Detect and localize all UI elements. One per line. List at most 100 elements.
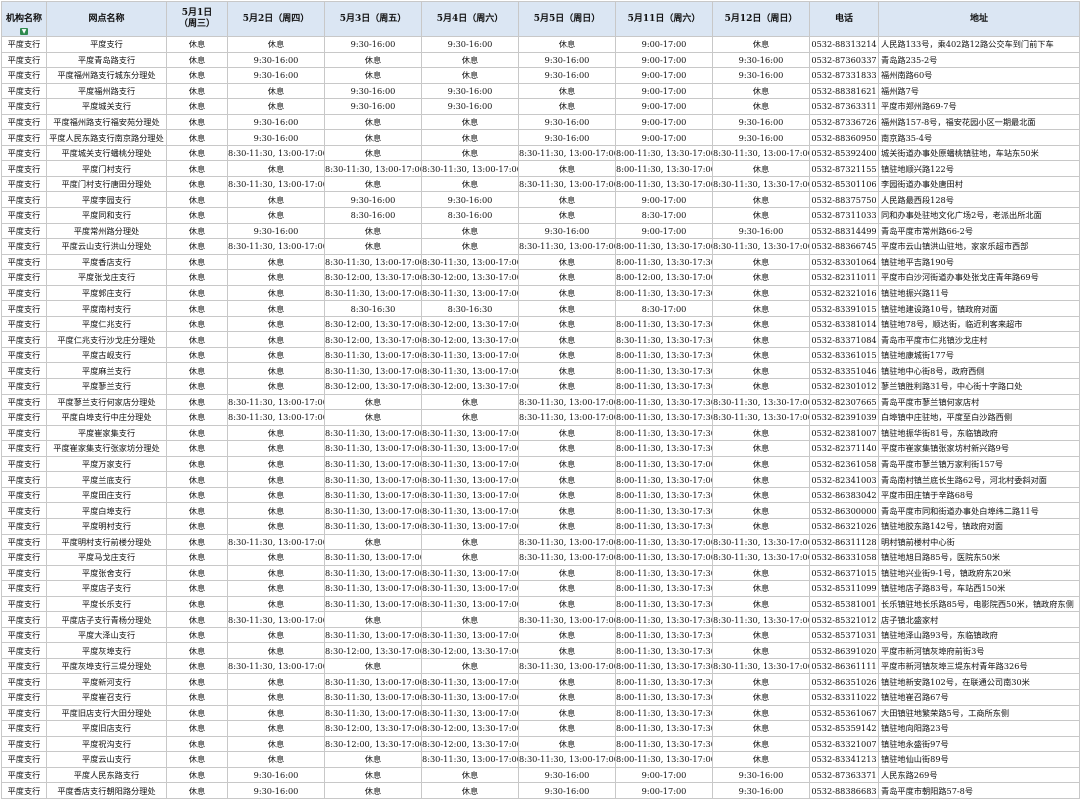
may5-cell[interactable]: 休息 bbox=[518, 564, 616, 582]
address-cell[interactable]: 青岛平度市朝阳路57-8号 bbox=[878, 782, 1080, 799]
address-cell[interactable]: 青岛路235-2号 bbox=[878, 51, 1080, 69]
may12-cell[interactable]: 9:30-16:00 bbox=[712, 766, 810, 784]
may1-cell[interactable]: 休息 bbox=[166, 704, 228, 722]
may1-cell[interactable]: 休息 bbox=[166, 222, 228, 240]
org-cell[interactable]: 平度支行 bbox=[1, 67, 47, 84]
may4-cell[interactable]: 8:30-11:30, 13:00-17:00 bbox=[421, 253, 519, 271]
table-row[interactable]: 平度支行 平度香店支行朝阳路分理处 休息 9:30-16:00 休息 休息 9:30-16:… bbox=[1, 782, 1080, 799]
org-cell[interactable]: 平度支行 bbox=[1, 300, 47, 317]
may12-cell[interactable]: 休息 bbox=[712, 580, 810, 597]
table-row[interactable]: 平度支行 平度门村支行 休息 休息 8:30-11:30, 13:00-17:00 8:3… bbox=[1, 160, 1080, 177]
network-cell[interactable]: 平度新河支行 bbox=[46, 673, 167, 690]
may3-cell[interactable]: 8:30-12:00, 13:30-17:00 bbox=[324, 378, 422, 395]
may3-cell[interactable]: 8:30-11:30, 13:00-17:00 bbox=[324, 673, 422, 690]
table-row[interactable]: 平度支行 平度香店支行 休息 休息 8:30-11:30, 13:00-17:00 8:3… bbox=[1, 253, 1080, 271]
network-cell[interactable]: 平度福州路支行 bbox=[46, 82, 167, 100]
may1-cell[interactable]: 休息 bbox=[166, 144, 228, 162]
org-cell[interactable]: 平度支行 bbox=[1, 424, 47, 442]
may4-cell[interactable]: 休息 bbox=[421, 67, 519, 84]
may3-cell[interactable]: 8:30-11:30, 13:00-17:00 bbox=[324, 502, 422, 519]
may12-cell[interactable]: 休息 bbox=[712, 751, 810, 768]
table-row[interactable]: 平度支行 平度福州路支行城东分理处 休息 9:30-16:00 休息 休息 9:30-16:… bbox=[1, 67, 1080, 84]
address-cell[interactable]: 南京路35-4号 bbox=[878, 129, 1080, 146]
org-cell[interactable]: 平度支行 bbox=[1, 673, 47, 690]
phone-cell[interactable]: 0532-87363371 bbox=[809, 766, 879, 784]
may1-cell[interactable]: 休息 bbox=[166, 688, 228, 706]
may3-cell[interactable]: 8:30-11:30, 13:00-17:00 bbox=[324, 362, 422, 380]
may1-cell[interactable]: 休息 bbox=[166, 564, 228, 582]
may5-cell[interactable]: 9:30-16:00 bbox=[518, 766, 616, 784]
network-cell[interactable]: 平度福州路支行城东分理处 bbox=[46, 67, 167, 84]
may1-cell[interactable]: 休息 bbox=[166, 580, 228, 597]
address-cell[interactable]: 镇驻地崔召路67号 bbox=[878, 688, 1080, 706]
may4-cell[interactable]: 8:30-12:00, 13:30-17:00 bbox=[421, 378, 519, 395]
may3-cell[interactable]: 8:30-16:30 bbox=[324, 300, 422, 317]
phone-cell[interactable]: 0532-86391020 bbox=[809, 642, 879, 659]
phone-cell[interactable]: 0532-83311022 bbox=[809, 688, 879, 706]
org-cell[interactable]: 平度支行 bbox=[1, 409, 47, 426]
table-row[interactable]: 平度支行 平度蓼兰支行何家店分理处 休息 8:30-11:30, 13:00-17:0… bbox=[1, 393, 1080, 411]
may12-cell[interactable]: 休息 bbox=[712, 36, 810, 53]
may2-cell[interactable]: 休息 bbox=[227, 471, 325, 488]
table-row[interactable]: 平度支行 平度兰底支行 休息 休息 8:30-11:30, 13:00-17:00 8:3… bbox=[1, 471, 1080, 488]
org-cell[interactable]: 平度支行 bbox=[1, 517, 47, 535]
network-cell[interactable]: 平度万家支行 bbox=[46, 455, 167, 473]
may4-cell[interactable]: 休息 bbox=[421, 549, 519, 566]
may5-cell[interactable]: 9:30-16:00 bbox=[518, 129, 616, 146]
may3-cell[interactable]: 8:30-11:30, 13:00-17:00 bbox=[324, 517, 422, 535]
may11-cell[interactable]: 9:00-17:00 bbox=[615, 191, 713, 209]
may4-cell[interactable]: 8:30-12:00, 13:30-17:00 bbox=[421, 331, 519, 348]
address-cell[interactable]: 镇驻地振兴路11号 bbox=[878, 284, 1080, 302]
may12-cell[interactable]: 休息 bbox=[712, 331, 810, 348]
address-cell[interactable]: 平度市田庄镇于辛路68号 bbox=[878, 486, 1080, 504]
may3-cell[interactable]: 8:30-11:30, 13:00-17:00 bbox=[324, 580, 422, 597]
may2-cell[interactable]: 休息 bbox=[227, 315, 325, 333]
may3-cell[interactable]: 休息 bbox=[324, 113, 422, 131]
address-cell[interactable]: 平度市白沙河街道办事处张戈庄青年路69号 bbox=[878, 269, 1080, 286]
address-cell[interactable]: 镇驻地泽山路93号，东临镇政府 bbox=[878, 626, 1080, 644]
may1-cell[interactable]: 休息 bbox=[166, 36, 228, 53]
may1-cell[interactable]: 休息 bbox=[166, 378, 228, 395]
may2-cell[interactable]: 休息 bbox=[227, 253, 325, 271]
table-row[interactable]: 平度支行 平度古岘支行 休息 休息 8:30-11:30, 13:00-17:00 8:3… bbox=[1, 346, 1080, 364]
may5-cell[interactable]: 休息 bbox=[518, 160, 616, 177]
org-cell[interactable]: 平度支行 bbox=[1, 144, 47, 162]
may1-cell[interactable]: 休息 bbox=[166, 549, 228, 566]
table-row[interactable]: 平度支行 平度崔召支行 休息 休息 8:30-11:30, 13:00-17:00 8:3… bbox=[1, 688, 1080, 706]
may1-cell[interactable]: 休息 bbox=[166, 191, 228, 209]
may5-cell[interactable]: 8:30-11:30, 13:00-17:00 bbox=[518, 144, 616, 162]
phone-cell[interactable]: 0532-85371031 bbox=[809, 626, 879, 644]
may5-cell[interactable]: 休息 bbox=[518, 517, 616, 535]
may12-cell[interactable]: 休息 bbox=[712, 424, 810, 442]
may12-cell[interactable]: 休息 bbox=[712, 455, 810, 473]
may4-cell[interactable]: 休息 bbox=[421, 175, 519, 193]
org-cell[interactable]: 平度支行 bbox=[1, 191, 47, 209]
address-cell[interactable]: 长乐镇驻地长乐路85号，电影院西50米，镇政府东侧 bbox=[878, 595, 1080, 613]
phone-cell[interactable]: 0532-83351046 bbox=[809, 362, 879, 380]
may4-cell[interactable]: 休息 bbox=[421, 393, 519, 411]
address-cell[interactable]: 镇驻地振华街81号，东临镇政府 bbox=[878, 424, 1080, 442]
network-cell[interactable]: 平度常州路分理处 bbox=[46, 222, 167, 240]
may3-cell[interactable]: 8:30-11:30, 13:00-17:00 bbox=[324, 440, 422, 457]
address-cell[interactable]: 镇驻地永盛街97号 bbox=[878, 735, 1080, 753]
network-cell[interactable]: 平度长乐支行 bbox=[46, 595, 167, 613]
may1-cell[interactable]: 休息 bbox=[166, 393, 228, 411]
header-may2[interactable]: 5月2日（周四） bbox=[227, 1, 325, 37]
org-cell[interactable]: 平度支行 bbox=[1, 346, 47, 364]
phone-cell[interactable]: 0532-86321026 bbox=[809, 517, 879, 535]
may12-cell[interactable]: 休息 bbox=[712, 595, 810, 613]
may2-cell[interactable]: 休息 bbox=[227, 564, 325, 582]
network-cell[interactable]: 平度仁兆支行 bbox=[46, 315, 167, 333]
network-cell[interactable]: 平度支行 bbox=[46, 36, 167, 53]
phone-cell[interactable]: 0532-88381621 bbox=[809, 82, 879, 100]
may1-cell[interactable]: 休息 bbox=[166, 207, 228, 224]
org-cell[interactable]: 平度支行 bbox=[1, 486, 47, 504]
address-cell[interactable]: 李园街道办事处唐田村 bbox=[878, 175, 1080, 193]
network-cell[interactable]: 平度蓼兰支行 bbox=[46, 378, 167, 395]
table-row[interactable]: 平度支行 平度明村支行前楼分理处 休息 8:30-11:30, 13:00-17:00… bbox=[1, 533, 1080, 551]
may11-cell[interactable]: 8:00-11:30, 13:30-17:30 bbox=[615, 502, 713, 519]
phone-cell[interactable]: 0532-83391015 bbox=[809, 300, 879, 317]
may5-cell[interactable]: 休息 bbox=[518, 440, 616, 457]
table-row[interactable]: 平度支行 平度新河支行 休息 休息 8:30-11:30, 13:00-17:00 8:3… bbox=[1, 673, 1080, 690]
may4-cell[interactable]: 9:30-16:00 bbox=[421, 36, 519, 53]
